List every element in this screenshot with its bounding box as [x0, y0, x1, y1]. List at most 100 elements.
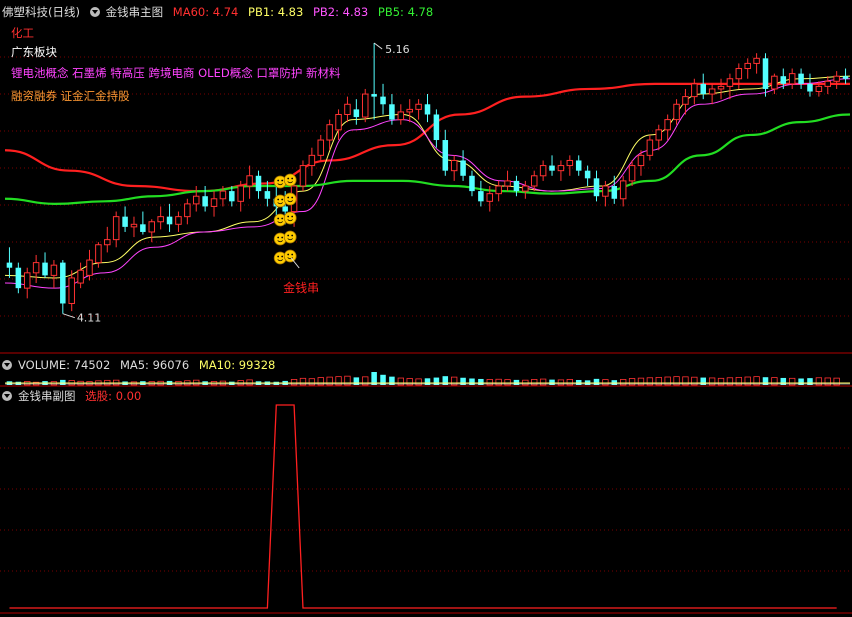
tags-annotation: 融资融券 证金汇金持股: [11, 89, 130, 103]
candle: [735, 68, 743, 80]
candle: [282, 206, 288, 212]
coin-eye: [291, 215, 294, 218]
signal-coin-icon: [283, 211, 297, 225]
candle: [486, 193, 494, 202]
volume-label: VOLUME:: [18, 358, 71, 372]
sub-indicator-menu-icon[interactable]: [2, 391, 12, 401]
candle: [602, 185, 609, 197]
candle: [628, 165, 636, 182]
candle: [148, 221, 156, 233]
coin-eye: [281, 179, 284, 182]
candle: [815, 85, 823, 93]
candle: [460, 160, 466, 176]
candle: [833, 75, 840, 82]
candle: [95, 244, 102, 264]
main-chart-header: 佛塑科技(日线) 金钱串主图 MA60: 4.74 PB1: 4.83 PB2:…: [2, 3, 439, 21]
coin-eye: [287, 234, 290, 237]
candle: [478, 191, 484, 202]
candle: [50, 264, 58, 276]
candle: [513, 180, 520, 192]
candle: [389, 104, 395, 120]
coin-eye: [291, 253, 294, 256]
candle: [104, 239, 111, 246]
candle: [682, 96, 689, 105]
sub-indicator-name[interactable]: 金钱串副图: [18, 389, 76, 403]
main-indicator-name[interactable]: 金钱串主图: [106, 5, 164, 19]
signal-coin-icon: [283, 249, 297, 263]
candle: [130, 223, 138, 228]
candle: [691, 83, 698, 98]
candle: [575, 160, 582, 171]
candle: [469, 175, 475, 192]
coin-eye: [291, 177, 294, 180]
candle: [415, 103, 422, 110]
coin-eye: [277, 236, 280, 239]
coin-eye: [281, 217, 284, 220]
candle: [380, 96, 386, 105]
candle: [504, 180, 511, 187]
coin-eye: [287, 215, 290, 218]
candle: [530, 175, 538, 187]
candle: [192, 195, 200, 205]
candle: [619, 180, 627, 200]
candle: [708, 88, 716, 95]
candle: [397, 111, 405, 121]
signal-coin-icon: [283, 230, 297, 244]
coin-eye: [291, 196, 294, 199]
candle: [140, 224, 146, 232]
signal-label: 金钱串: [283, 280, 319, 295]
volume-bar: [442, 376, 449, 385]
high-pointer: [373, 42, 383, 50]
coin-eye: [287, 196, 290, 199]
candle: [335, 113, 342, 131]
signal-coin-icon: [283, 192, 297, 206]
candle: [112, 216, 120, 241]
candle: [557, 165, 565, 172]
coin-eye: [281, 198, 284, 201]
select-label: 选股:: [85, 389, 113, 403]
sub-chart-header: 金钱串副图 选股: 0.00: [2, 387, 147, 405]
candle: [549, 165, 555, 171]
candle: [210, 198, 218, 207]
indicator-menu-icon[interactable]: [89, 7, 100, 17]
candle: [264, 191, 271, 199]
volume-menu-icon[interactable]: [2, 360, 12, 370]
pb2-label: PB2:: [312, 5, 339, 19]
candle: [237, 185, 244, 202]
coin-eye: [287, 177, 290, 180]
low-price-label: 4.11: [77, 312, 102, 325]
candle: [566, 159, 574, 167]
candle: [673, 103, 680, 121]
candle: [655, 129, 663, 141]
candle: [780, 76, 787, 84]
ma10-value: 99328: [238, 358, 276, 372]
candle: [77, 269, 84, 284]
stock-name: 佛塑科技(日线): [2, 5, 80, 19]
industry-annotation: 化工: [11, 26, 34, 40]
candle: [23, 272, 31, 289]
candle: [344, 103, 351, 115]
candle: [353, 109, 360, 118]
ma60-value: 4.74: [212, 5, 239, 19]
ma10-label: MA10:: [198, 358, 236, 372]
coin-eye: [277, 217, 280, 220]
ma60-label: MA60:: [172, 5, 210, 19]
candle: [495, 185, 502, 195]
candle: [753, 57, 760, 64]
candle: [424, 104, 431, 115]
high-price-label: 5.16: [385, 43, 410, 56]
coin-eye: [281, 255, 284, 258]
pb1-label: PB1:: [248, 5, 275, 19]
candle: [522, 185, 529, 192]
candle: [664, 119, 671, 131]
select-signal-line: [9, 404, 837, 609]
candle: [157, 216, 164, 223]
candle: [202, 196, 208, 207]
series-pb5-line: [4, 113, 851, 205]
candle: [86, 259, 93, 276]
candle: [122, 216, 128, 227]
candle: [6, 262, 13, 268]
candle: [539, 165, 547, 177]
candle: [450, 159, 458, 172]
candle: [637, 154, 645, 167]
